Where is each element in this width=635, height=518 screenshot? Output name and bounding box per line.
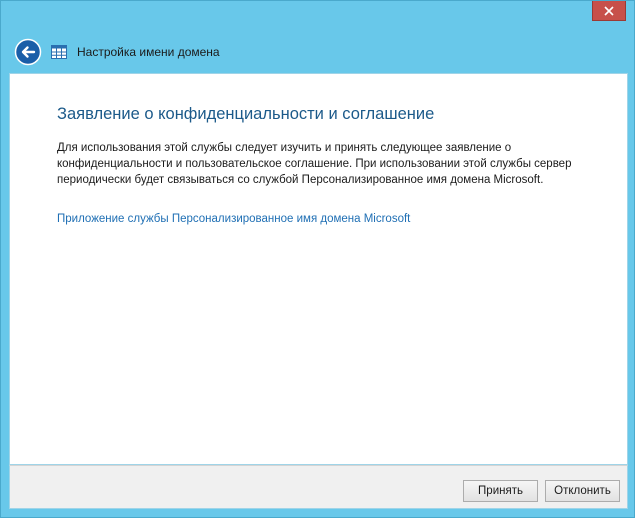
accept-button[interactable]: Принять <box>463 480 538 502</box>
page-heading: Заявление о конфиденциальности и соглаше… <box>57 105 435 123</box>
privacy-description: Для использования этой службы следует из… <box>57 142 572 186</box>
grid-app-icon <box>50 43 68 61</box>
button-bar: Принять Отклонить <box>9 465 628 509</box>
close-icon <box>604 5 614 16</box>
decline-button[interactable]: Отклонить <box>545 480 620 502</box>
back-button[interactable] <box>14 38 42 66</box>
back-arrow-icon <box>14 38 42 66</box>
content-panel: Заявление о конфиденциальности и соглаше… <box>9 73 628 465</box>
close-button[interactable] <box>592 1 626 21</box>
dialog-window: Настройка имени домена Заявление о конфи… <box>0 0 635 518</box>
window-title: Настройка имени домена <box>77 45 220 59</box>
service-app-link[interactable]: Приложение службы Персонализированное им… <box>57 213 410 225</box>
title-bar: Настройка имени домена <box>9 31 628 73</box>
